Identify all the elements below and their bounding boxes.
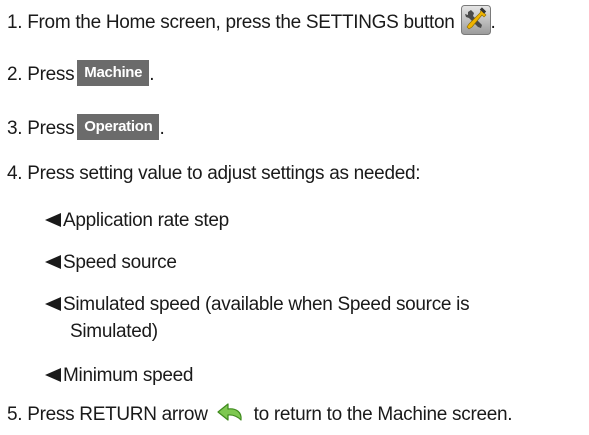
return-arrow-icon <box>215 402 247 424</box>
setting-label: Simulated) <box>70 321 158 342</box>
step-1-text: 1. From the Home screen, press the SETTI… <box>7 12 455 34</box>
setting-label: Minimum speed <box>63 365 194 386</box>
step-5-text: 5. Press RETURN arrow <box>7 404 208 425</box>
step-2: 2. Press Machine. <box>7 60 155 88</box>
setting-item-simulated-speed-cont: Simulated) <box>70 318 158 345</box>
step-3: 3. Press Operation. <box>7 114 165 142</box>
setting-label: Simulated speed (available when Speed so… <box>63 294 470 315</box>
step-3-suffix: . <box>159 118 165 140</box>
bullet-triangle-icon <box>45 368 61 382</box>
step-5: 5. Press RETURN arrow to return to the M… <box>7 402 513 427</box>
setting-item-simulated-speed: Simulated speed (available when Speed so… <box>45 291 470 318</box>
setting-item-application-rate-step: Application rate step <box>45 207 229 234</box>
step-4: 4. Press setting value to adjust setting… <box>7 162 421 186</box>
bullet-triangle-icon <box>45 297 61 311</box>
step-4-text: 4. Press setting value to adjust setting… <box>7 163 421 184</box>
setting-label: Speed source <box>63 252 177 273</box>
bullet-triangle-icon <box>45 213 61 227</box>
step-2-suffix: . <box>149 64 155 86</box>
step-2-text: 2. Press <box>7 64 75 86</box>
step-3-text: 3. Press <box>7 118 75 140</box>
setting-item-minimum-speed: Minimum speed <box>45 362 194 389</box>
machine-button: Machine <box>77 60 150 86</box>
bullet-triangle-icon <box>45 255 61 269</box>
setting-label: Application rate step <box>63 210 229 231</box>
settings-icon <box>460 5 491 35</box>
step-1-suffix: . <box>490 12 496 34</box>
step-5-suffix: to return to the Machine screen. <box>253 404 513 425</box>
setting-item-speed-source: Speed source <box>45 249 177 276</box>
operation-button: Operation <box>77 114 160 140</box>
step-1: 1. From the Home screen, press the SETTI… <box>7 5 496 38</box>
